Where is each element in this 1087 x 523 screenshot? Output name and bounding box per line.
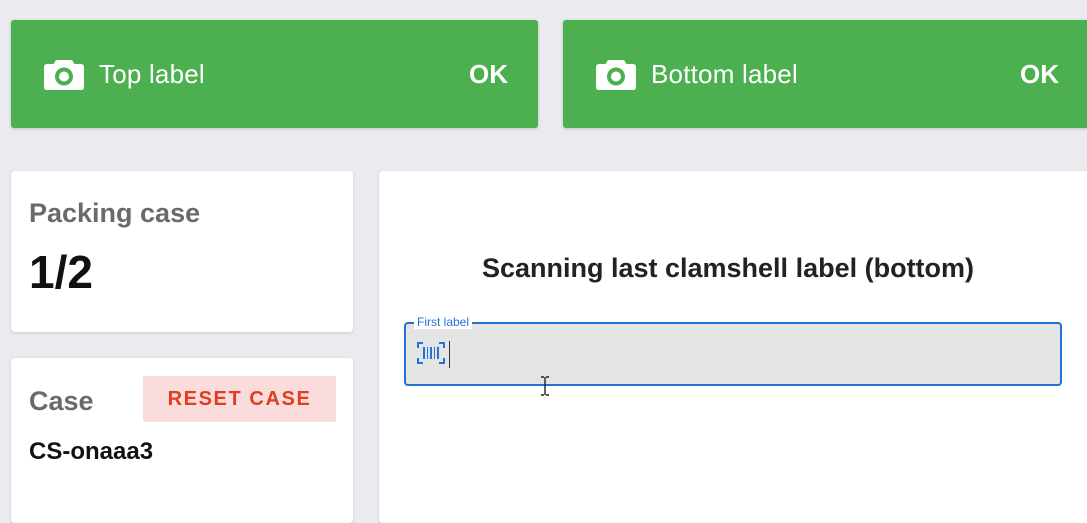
bottom-label-status: OK <box>1020 58 1059 89</box>
page: Top label OK Bottom label OK Packing cas… <box>0 0 1087 523</box>
top-label-status-card: Top label OK <box>11 20 538 128</box>
text-caret <box>449 341 450 368</box>
top-label-title: Top label <box>99 58 205 89</box>
top-label-status: OK <box>469 58 508 89</box>
bottom-label-status-card: Bottom label OK <box>563 20 1087 128</box>
scan-card: Scanning last clamshell label (bottom) F… <box>379 171 1087 523</box>
camera-icon <box>595 57 637 91</box>
case-title: Case <box>29 386 94 416</box>
packing-case-title: Packing case <box>29 198 201 228</box>
case-card: Case RESET CASE CS-onaaa3 <box>11 358 353 523</box>
scan-heading: Scanning last clamshell label (bottom) <box>481 253 975 283</box>
case-id: CS-onaaa3 <box>29 438 154 465</box>
barcode-scan-icon <box>417 342 445 364</box>
text-cursor-icon <box>539 376 551 396</box>
bottom-label-title: Bottom label <box>651 58 798 89</box>
camera-icon <box>43 57 85 91</box>
reset-case-button[interactable]: RESET CASE <box>143 376 336 422</box>
packing-case-card: Packing case 1/2 <box>11 171 353 332</box>
first-label-legend: First label <box>414 316 473 329</box>
first-label-input[interactable]: First label <box>404 316 1062 386</box>
packing-case-value: 1/2 <box>29 246 93 298</box>
